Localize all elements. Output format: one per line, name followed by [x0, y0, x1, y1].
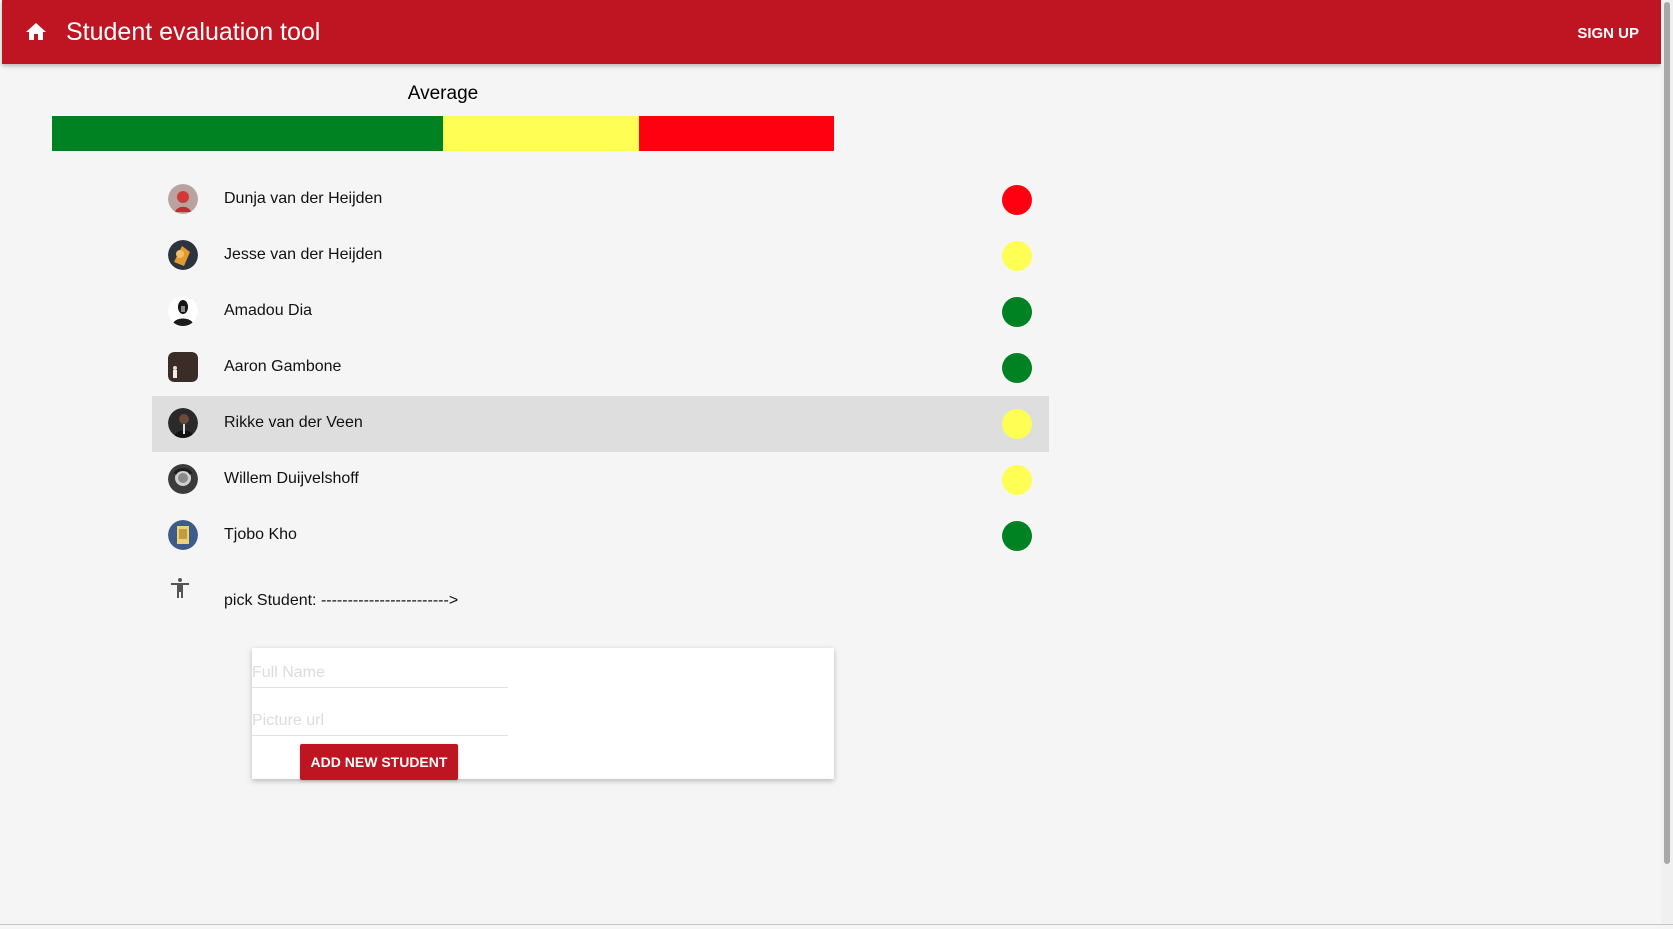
student-row[interactable]: Tjobo Kho — [152, 508, 1049, 564]
window-bottom-border — [0, 924, 1673, 925]
student-name: Dunja van der Heijden — [224, 190, 383, 207]
student-row-selected[interactable]: Rikke van der Veen — [152, 396, 1049, 452]
avatar — [168, 296, 198, 326]
avatar — [168, 184, 198, 214]
avatar — [168, 464, 198, 494]
average-segment-green — [52, 116, 443, 151]
student-row[interactable]: Willem Duijvelshoff — [152, 452, 1049, 508]
accessibility-icon — [171, 578, 189, 598]
average-bar — [52, 116, 834, 151]
student-row[interactable]: Aaron Gambone — [152, 340, 1049, 396]
student-name: Amadou Dia — [224, 302, 313, 319]
student-row[interactable]: Jesse van der Heijden — [152, 228, 1049, 284]
student-list: Dunja van der Heijden Jesse van der Heij… — [152, 172, 1049, 632]
status-indicator — [1002, 521, 1032, 551]
avatar — [168, 240, 198, 270]
status-indicator — [1002, 465, 1032, 495]
student-row[interactable]: Amadou Dia — [152, 284, 1049, 340]
student-name: Willem Duijvelshoff — [224, 470, 359, 487]
status-indicator — [1002, 185, 1032, 215]
average-label: Average — [407, 83, 479, 104]
average-segment-yellow — [443, 116, 639, 151]
add-student-card: ADD NEW STUDENT — [252, 648, 834, 780]
student-row[interactable]: Dunja van der Heijden — [152, 172, 1049, 228]
app-title: Student evaluation tool — [66, 18, 321, 46]
home-button[interactable] — [20, 16, 52, 48]
student-name: Aaron Gambone — [224, 358, 342, 375]
avatar — [168, 352, 198, 382]
sign-up-button[interactable]: SIGN UP — [1565, 18, 1651, 50]
page: Student evaluation tool SIGN UP Average … — [0, 0, 1673, 929]
student-name: Tjobo Kho — [224, 526, 297, 543]
scrollbar[interactable] — [1661, 0, 1673, 924]
average-segment-red — [638, 116, 834, 151]
pick-student-text: pick Student: ------------------------> — [224, 592, 459, 609]
full-name-input[interactable] — [252, 659, 508, 688]
scrollbar-thumb[interactable] — [1664, 2, 1670, 864]
add-new-student-button[interactable]: ADD NEW STUDENT — [300, 744, 458, 780]
app-bar: Student evaluation tool SIGN UP — [2, 0, 1661, 64]
picture-url-input[interactable] — [252, 707, 508, 736]
status-indicator — [1002, 297, 1032, 327]
avatar — [168, 408, 198, 438]
avatar — [168, 520, 198, 550]
status-indicator — [1002, 353, 1032, 383]
home-icon — [26, 23, 46, 40]
status-indicator — [1002, 409, 1032, 439]
student-name: Jesse van der Heijden — [224, 246, 383, 263]
pick-student-row: pick Student: ------------------------> — [152, 564, 1049, 632]
student-name: Rikke van der Veen — [224, 414, 363, 431]
status-indicator — [1002, 241, 1032, 271]
